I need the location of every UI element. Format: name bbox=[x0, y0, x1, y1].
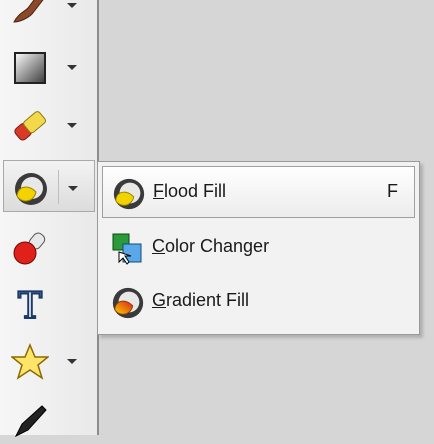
color-changer-icon bbox=[108, 229, 148, 269]
fill-tool[interactable] bbox=[3, 160, 95, 212]
flood-fill-icon bbox=[10, 168, 52, 210]
eraser-tool[interactable] bbox=[3, 98, 95, 150]
eraser-icon bbox=[9, 105, 51, 147]
menu-item-label: Gradient Fill bbox=[152, 290, 250, 310]
flood-fill-icon bbox=[109, 174, 149, 214]
fill-dropdown-arrow[interactable] bbox=[58, 170, 82, 204]
svg-text:T: T bbox=[18, 286, 42, 323]
brush-icon bbox=[9, 0, 51, 27]
text-tool[interactable]: T bbox=[3, 276, 95, 328]
menu-item-gradient-fill[interactable]: Gradient Fill bbox=[102, 276, 415, 328]
shape-tool[interactable] bbox=[3, 334, 95, 386]
shape-dropdown-arrow[interactable] bbox=[63, 357, 81, 367]
menu-item-label: Color Changer bbox=[152, 236, 270, 256]
gradient-rectangle-icon bbox=[9, 47, 51, 89]
fill-tool-menu: Flood Fill F Color Changer Gradient Fill bbox=[97, 161, 420, 335]
color-picker-icon bbox=[9, 227, 51, 269]
eraser-dropdown-arrow[interactable] bbox=[63, 121, 81, 131]
rectangle-tool[interactable] bbox=[3, 40, 95, 92]
pen-tool[interactable] bbox=[3, 392, 95, 444]
tool-panel: T bbox=[0, 0, 98, 438]
gradient-fill-icon bbox=[108, 283, 148, 323]
text-tool-icon: T bbox=[9, 283, 51, 325]
star-shape-icon bbox=[9, 341, 51, 383]
rectangle-dropdown-arrow[interactable] bbox=[63, 63, 81, 73]
brush-dropdown-arrow[interactable] bbox=[63, 1, 81, 11]
menu-item-color-changer[interactable]: Color Changer bbox=[102, 222, 415, 274]
menu-item-flood-fill[interactable]: Flood Fill F bbox=[102, 166, 415, 218]
color-picker-tool[interactable] bbox=[3, 220, 95, 272]
menu-item-shortcut: F bbox=[387, 181, 398, 201]
menu-item-label: Flood Fill bbox=[153, 181, 227, 201]
brush-tool[interactable] bbox=[3, 0, 95, 30]
